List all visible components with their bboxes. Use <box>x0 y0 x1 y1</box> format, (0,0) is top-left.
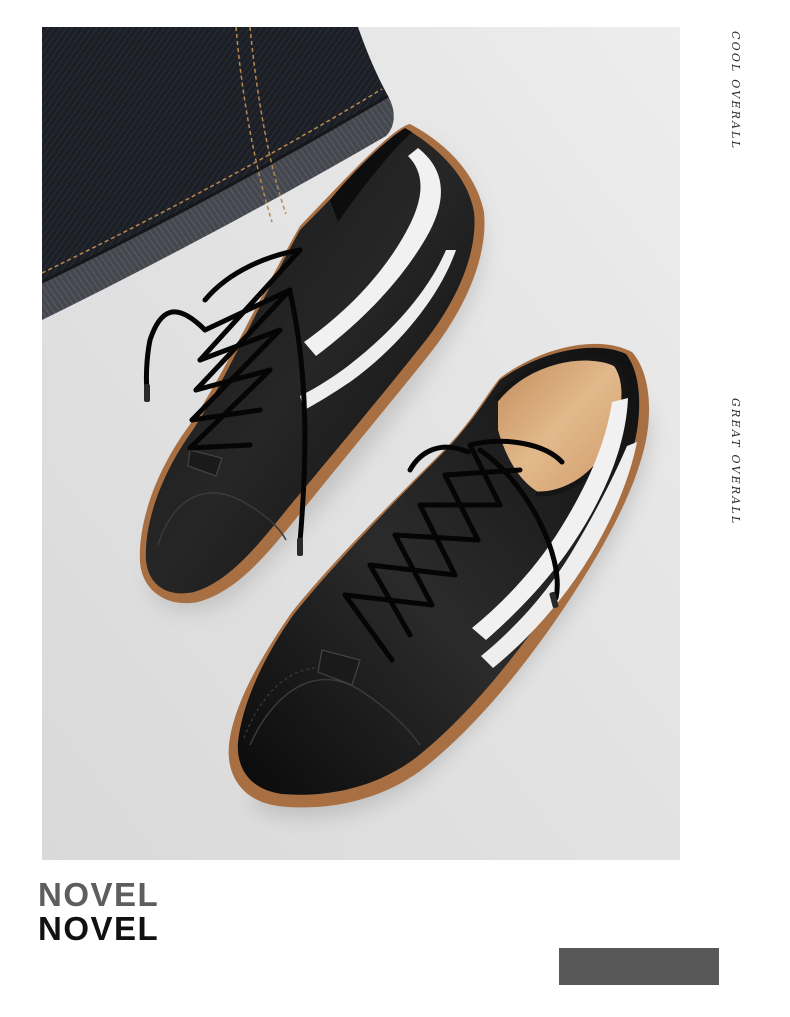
side-text-top: COOL OVERALL <box>729 31 742 151</box>
title-line-2: NOVEL <box>38 910 160 947</box>
shoe-left-aglet-2 <box>297 538 303 556</box>
title-line-1: NOVEL <box>38 876 160 913</box>
shoe-left-aglet-1 <box>144 384 150 402</box>
side-text-middle: GREAT OVERALL <box>729 398 742 526</box>
decorative-bar <box>559 948 719 985</box>
product-photo-illustration <box>42 27 680 860</box>
product-photo <box>42 27 680 860</box>
